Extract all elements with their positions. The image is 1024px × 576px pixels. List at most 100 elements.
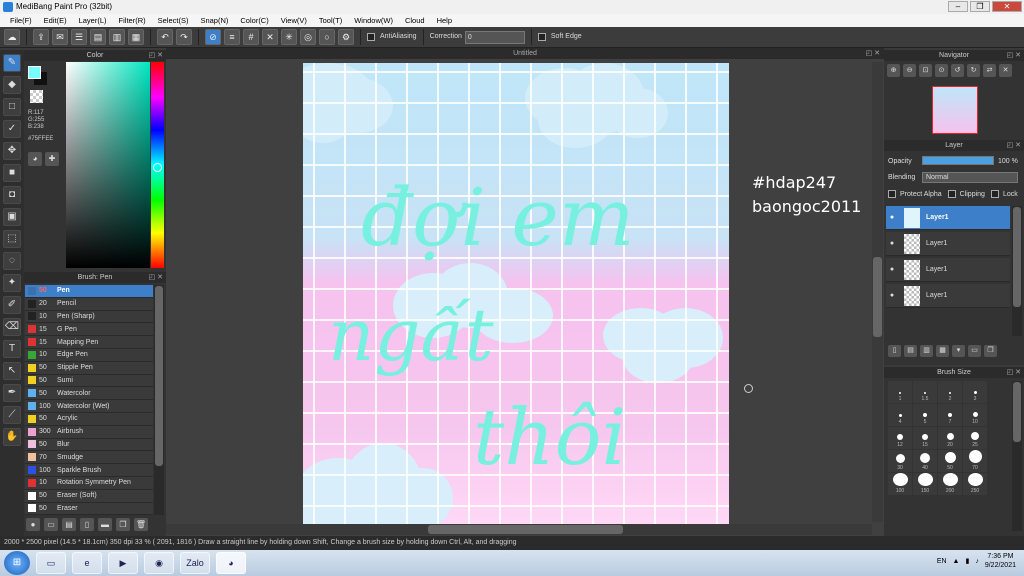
text-tool-icon[interactable]: T bbox=[3, 340, 21, 358]
flip-icon[interactable]: ⇄ bbox=[983, 64, 996, 77]
maximize-button[interactable]: ❐ bbox=[970, 1, 990, 12]
menu-color[interactable]: Color(C) bbox=[234, 14, 274, 27]
reset-view-icon[interactable]: ✕ bbox=[999, 64, 1012, 77]
brush-delete-icon[interactable]: 🗑 bbox=[134, 518, 148, 531]
layer-row[interactable]: ● Layer1 bbox=[886, 284, 1010, 308]
blending-select[interactable]: Normal bbox=[922, 172, 1018, 183]
panel-icon[interactable]: ▤ bbox=[90, 29, 106, 45]
brush-copy-icon[interactable]: ▤ bbox=[62, 518, 76, 531]
snap-off-icon[interactable]: ⊘ bbox=[205, 29, 221, 45]
brush-size-cell[interactable]: 7 bbox=[938, 404, 962, 426]
layer-row[interactable]: ● Layer1 bbox=[886, 258, 1010, 282]
eraser-tool-icon[interactable]: ◆ bbox=[3, 76, 21, 94]
foreground-color-swatch[interactable] bbox=[28, 66, 41, 79]
pen-tool-icon[interactable]: ✎ bbox=[3, 54, 21, 72]
panel-close-icon[interactable]: ◰ ✕ bbox=[1007, 140, 1021, 151]
brush-item[interactable]: 50 Stipple Pen bbox=[25, 361, 153, 375]
chat-icon[interactable]: ✉ bbox=[52, 29, 68, 45]
navigator-thumbnail[interactable] bbox=[932, 86, 978, 134]
brush-tool-icon[interactable]: ✓ bbox=[3, 120, 21, 138]
brush-add-icon[interactable]: ● bbox=[26, 518, 40, 531]
menu-view[interactable]: View(V) bbox=[275, 14, 313, 27]
menu-window[interactable]: Window(W) bbox=[348, 14, 399, 27]
magic-wand-tool-icon[interactable]: ✦ bbox=[3, 274, 21, 292]
brush-item[interactable]: 300 Airbrush bbox=[25, 425, 153, 439]
menu-filter[interactable]: Filter(R) bbox=[113, 14, 152, 27]
gradient-tool-icon[interactable]: ▣ bbox=[3, 208, 21, 226]
brush-size-cell[interactable]: 3 bbox=[963, 381, 987, 403]
brush-size-cell[interactable]: 2 bbox=[938, 381, 962, 403]
brush-item[interactable]: 50 Pen bbox=[25, 285, 153, 298]
start-button[interactable]: ⊞ bbox=[4, 551, 30, 575]
save-icon[interactable]: ▦ bbox=[128, 29, 144, 45]
layer-duplicate-icon[interactable]: ❐ bbox=[984, 345, 997, 357]
coccoc-browser-icon[interactable]: ◉ bbox=[144, 552, 174, 574]
brush-item[interactable]: 100 Sparkle Brush bbox=[25, 464, 153, 477]
fill-shape-tool-icon[interactable]: ■ bbox=[3, 164, 21, 182]
brush-item[interactable]: 50 Sumi bbox=[25, 374, 153, 388]
eye-icon[interactable]: ● bbox=[886, 266, 898, 273]
layer-new-halftone-icon[interactable]: ▤ bbox=[904, 345, 917, 357]
brush-item[interactable]: 50 Eraser (Soft) bbox=[25, 489, 153, 503]
snap-parallel-icon[interactable]: ≡ bbox=[224, 29, 240, 45]
brush-size-cell[interactable]: 25 bbox=[963, 427, 987, 449]
brush-item[interactable]: 50 Blur bbox=[25, 438, 153, 452]
rotate-left-icon[interactable]: ↺ bbox=[951, 64, 964, 77]
snap-cross-icon[interactable]: ✕ bbox=[262, 29, 278, 45]
upload-icon[interactable]: ⇪ bbox=[33, 29, 49, 45]
snap-grid-icon[interactable]: # bbox=[243, 29, 259, 45]
file-explorer-icon[interactable]: ▭ bbox=[36, 552, 66, 574]
menu-cloud[interactable]: Cloud bbox=[399, 14, 431, 27]
drawing-canvas[interactable]: đợi em ngất thôi bbox=[303, 63, 729, 524]
layer-row[interactable]: ● Layer1 bbox=[886, 232, 1010, 256]
brush-size-scrollbar[interactable] bbox=[1012, 381, 1022, 531]
menu-snap[interactable]: Snap(N) bbox=[194, 14, 234, 27]
select-eraser-tool-icon[interactable]: ⌫ bbox=[3, 318, 21, 336]
internet-explorer-icon[interactable]: e bbox=[72, 552, 102, 574]
horizontal-scrollbar[interactable] bbox=[166, 524, 872, 535]
layer-add-menu-icon[interactable]: ▾ bbox=[952, 345, 965, 357]
brush-scrollbar[interactable] bbox=[154, 285, 164, 515]
correction-select[interactable]: 0 bbox=[464, 30, 525, 44]
lasso-tool-icon[interactable]: ◌ bbox=[3, 252, 21, 270]
transparent-color-swatch[interactable] bbox=[30, 90, 43, 103]
brush-size-cell[interactable]: 30 bbox=[888, 450, 912, 472]
panel-close-icon[interactable]: ◰ ✕ bbox=[149, 272, 163, 283]
eye-icon[interactable]: ● bbox=[886, 214, 898, 221]
layer-row[interactable]: ● Layer1 bbox=[886, 206, 1010, 230]
redo-icon[interactable]: ↷ bbox=[176, 29, 192, 45]
document-tab[interactable]: Untitled ◰ ✕ bbox=[166, 48, 884, 59]
brush-item[interactable]: 70 Smudge bbox=[25, 451, 153, 465]
layer-new-8bit-icon[interactable]: ▥ bbox=[920, 345, 933, 357]
brush-size-cell[interactable]: 70 bbox=[963, 450, 987, 472]
media-player-icon[interactable]: ▶ bbox=[108, 552, 138, 574]
medibang-app-icon[interactable]: ◕ bbox=[216, 552, 246, 574]
lock-checkbox[interactable] bbox=[990, 190, 999, 198]
zoom-in-icon[interactable]: ⊕ bbox=[887, 64, 900, 77]
select-tool-icon[interactable]: ⬚ bbox=[3, 230, 21, 248]
divide-tool-icon[interactable]: ⟋ bbox=[3, 406, 21, 424]
brush-item[interactable]: 10 Rotation Symmetry Pen bbox=[25, 476, 153, 490]
zoom-actual-icon[interactable]: ⊙ bbox=[935, 64, 948, 77]
brush-folder-icon[interactable]: ▭ bbox=[44, 518, 58, 531]
brush-size-cell[interactable]: 12 bbox=[888, 427, 912, 449]
menu-tool[interactable]: Tool(T) bbox=[313, 14, 348, 27]
palette-icon[interactable]: ◕ bbox=[28, 152, 42, 166]
brush-file-icon[interactable]: ▯ bbox=[80, 518, 94, 531]
vertical-scrollbar[interactable] bbox=[872, 62, 883, 522]
select-pen-tool-icon[interactable]: ✐ bbox=[3, 296, 21, 314]
brush-item[interactable]: 20 Pencil bbox=[25, 297, 153, 311]
fit-icon[interactable]: ⊡ bbox=[919, 64, 932, 77]
brush-size-cell[interactable]: 10 bbox=[963, 404, 987, 426]
menu-help[interactable]: Help bbox=[431, 14, 458, 27]
layer-folder-icon[interactable]: ▭ bbox=[968, 345, 981, 357]
language-indicator[interactable]: EN bbox=[937, 558, 947, 565]
panel-close-icon[interactable]: ◰ ✕ bbox=[1007, 50, 1021, 61]
rectangle-tool-icon[interactable]: □ bbox=[3, 98, 21, 116]
brush-size-cell[interactable]: 100 bbox=[888, 473, 912, 495]
brush-size-cell[interactable]: 150 bbox=[913, 473, 937, 495]
brush-item[interactable]: 10 Pen (Sharp) bbox=[25, 310, 153, 324]
brush-size-cell[interactable]: 40 bbox=[913, 450, 937, 472]
brush-size-cell[interactable]: 4 bbox=[888, 404, 912, 426]
saturation-value-picker[interactable] bbox=[66, 62, 150, 268]
